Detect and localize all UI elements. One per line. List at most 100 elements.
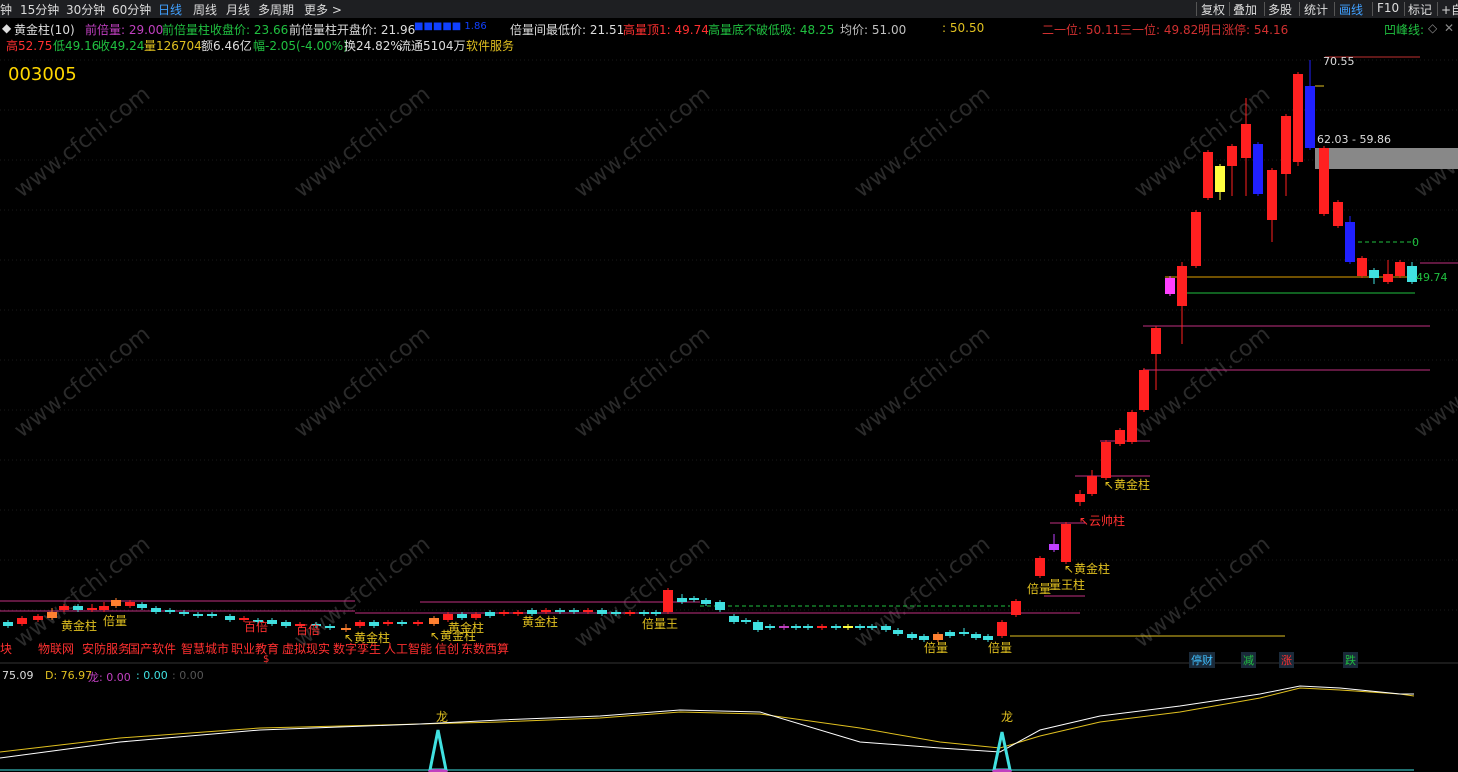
candle-body [1227,146,1237,166]
candle-body [369,622,379,626]
concept-tag: 职业教育 [231,642,280,656]
zero-marker: 0 [1412,236,1419,249]
candle-body [125,602,135,606]
candle-body [1151,328,1161,354]
candle-body [907,634,917,638]
concept-tag: 数字孪生 [333,642,382,656]
candle-body [791,626,801,628]
candle-body [413,622,423,624]
price-label-2: 49.74 [1416,271,1448,284]
signal-label-2: 龙 [1001,710,1014,724]
candle-body [1203,152,1213,198]
candle-body [281,622,291,626]
candle-body [741,620,751,622]
candle-body [689,598,699,600]
candle-body [625,612,635,614]
candle-body [677,598,687,602]
candle-body [945,632,955,636]
candle-body [765,626,775,628]
candle-body [1127,412,1137,442]
candle-body [881,626,891,630]
candle-body [111,600,121,606]
candle-signal-label: 倍量王 [642,617,679,631]
candle-body [1345,222,1355,262]
candle-signal-label: 倍量 [103,614,128,628]
candle-body [555,610,565,612]
concept-tag: 物联网 [38,642,75,656]
candle-signal-label: 百倍 [296,623,321,637]
candle-body [397,622,407,624]
candle-body [1165,278,1175,294]
candle-body [715,602,725,610]
candle-body [997,622,1007,636]
candle-body [1011,601,1021,615]
candle-body [753,622,763,630]
candle-body [33,616,43,620]
candle-body [87,608,97,610]
candle-body [485,612,495,616]
candle-signal-label: 黄金柱 [61,619,98,633]
event-badge[interactable]: 跌 [1343,652,1358,668]
candle-body [59,606,69,610]
candle-body [1333,202,1343,226]
candle-body [499,612,509,614]
concept-tag: 智慧城市 [181,642,230,656]
candle-body [959,632,969,634]
sub-indicator-value-4: : 0.00 [172,669,204,682]
d-line [0,687,1415,753]
sub-indicator-value-2: 龙: 0.00 [88,671,131,684]
candle-signal-label: 倍量 [1027,582,1052,596]
signal-spike [428,729,448,772]
left-edge-label: 块 [0,642,13,656]
candle-body [893,630,903,634]
candle-body [1215,166,1225,192]
candle-body [137,604,147,608]
candle-body [457,614,467,618]
candle-body [663,590,673,612]
candle-body [651,612,661,614]
event-badge[interactable]: 停财 [1189,652,1215,668]
candle-body [1115,430,1125,444]
candle-body [611,612,621,614]
candle-body [701,600,711,604]
candle-body [1253,144,1263,194]
candle-body [1035,558,1045,576]
candle-body [1395,262,1405,276]
event-badge[interactable]: 减 [1241,652,1256,668]
concept-tag: 人工智能 [384,642,433,656]
candle-body [831,626,841,628]
candle-body [1383,274,1393,282]
candle-body [325,626,335,628]
candle-body [165,610,175,612]
candle-body [267,620,277,624]
candle-body [179,612,189,614]
event-badge[interactable]: 涨 [1279,652,1294,668]
candle-body [1357,258,1367,276]
concept-tag: 国产软件 [128,642,177,656]
candle-signal-label: ↖黄金柱 [1064,562,1111,576]
candle-body [1369,270,1379,278]
concept-tag: 虚拟现实 [282,642,331,656]
candle-body [73,606,83,610]
candle-body [355,622,365,626]
candle-body [1267,170,1277,220]
candle-body [855,626,865,628]
candle-body [47,612,57,618]
candle-body [193,614,203,616]
sub-indicator-value-0: 75.09 [2,669,34,682]
candle-body [1061,524,1071,562]
candle-body [1281,116,1291,174]
candle-body [569,610,579,612]
candle-body [779,626,789,628]
candle-body [207,614,217,616]
candle-body [3,622,13,626]
price-zone-box [1315,148,1458,169]
candle-signal-label: 倍量 [988,641,1013,655]
candle-body [1139,370,1149,410]
candle-body [597,610,607,614]
candle-body [1075,494,1085,502]
candle-body [225,616,235,620]
candle-body [1049,544,1059,550]
candle-body [1087,476,1097,494]
concept-tag: 安防服务 [82,642,131,656]
